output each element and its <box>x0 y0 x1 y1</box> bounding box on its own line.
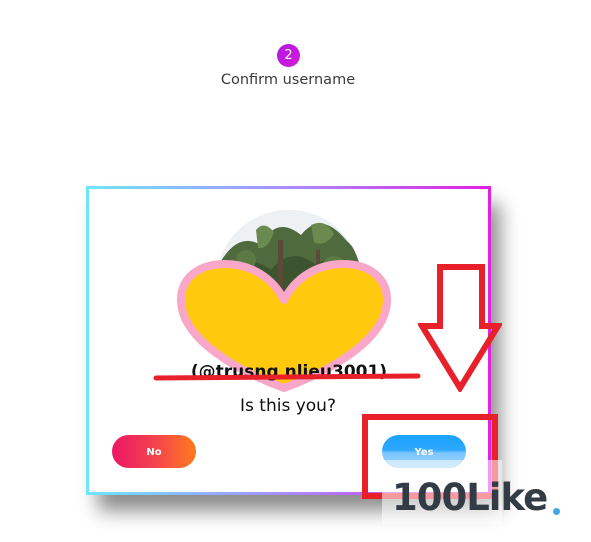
watermark-logo: 100Like <box>392 476 548 519</box>
confirm-question: Is this you? <box>240 396 336 416</box>
step-number-badge: 2 <box>277 44 300 67</box>
step-label: Confirm username <box>220 72 356 88</box>
strike-through-line-icon <box>153 373 421 381</box>
no-button[interactable]: No <box>112 435 196 468</box>
confirm-username-page: 2 Confirm username (@trusng nlieu3001) I… <box>0 0 591 542</box>
down-arrow-icon <box>418 264 502 392</box>
watermark-dot-icon <box>553 508 560 515</box>
